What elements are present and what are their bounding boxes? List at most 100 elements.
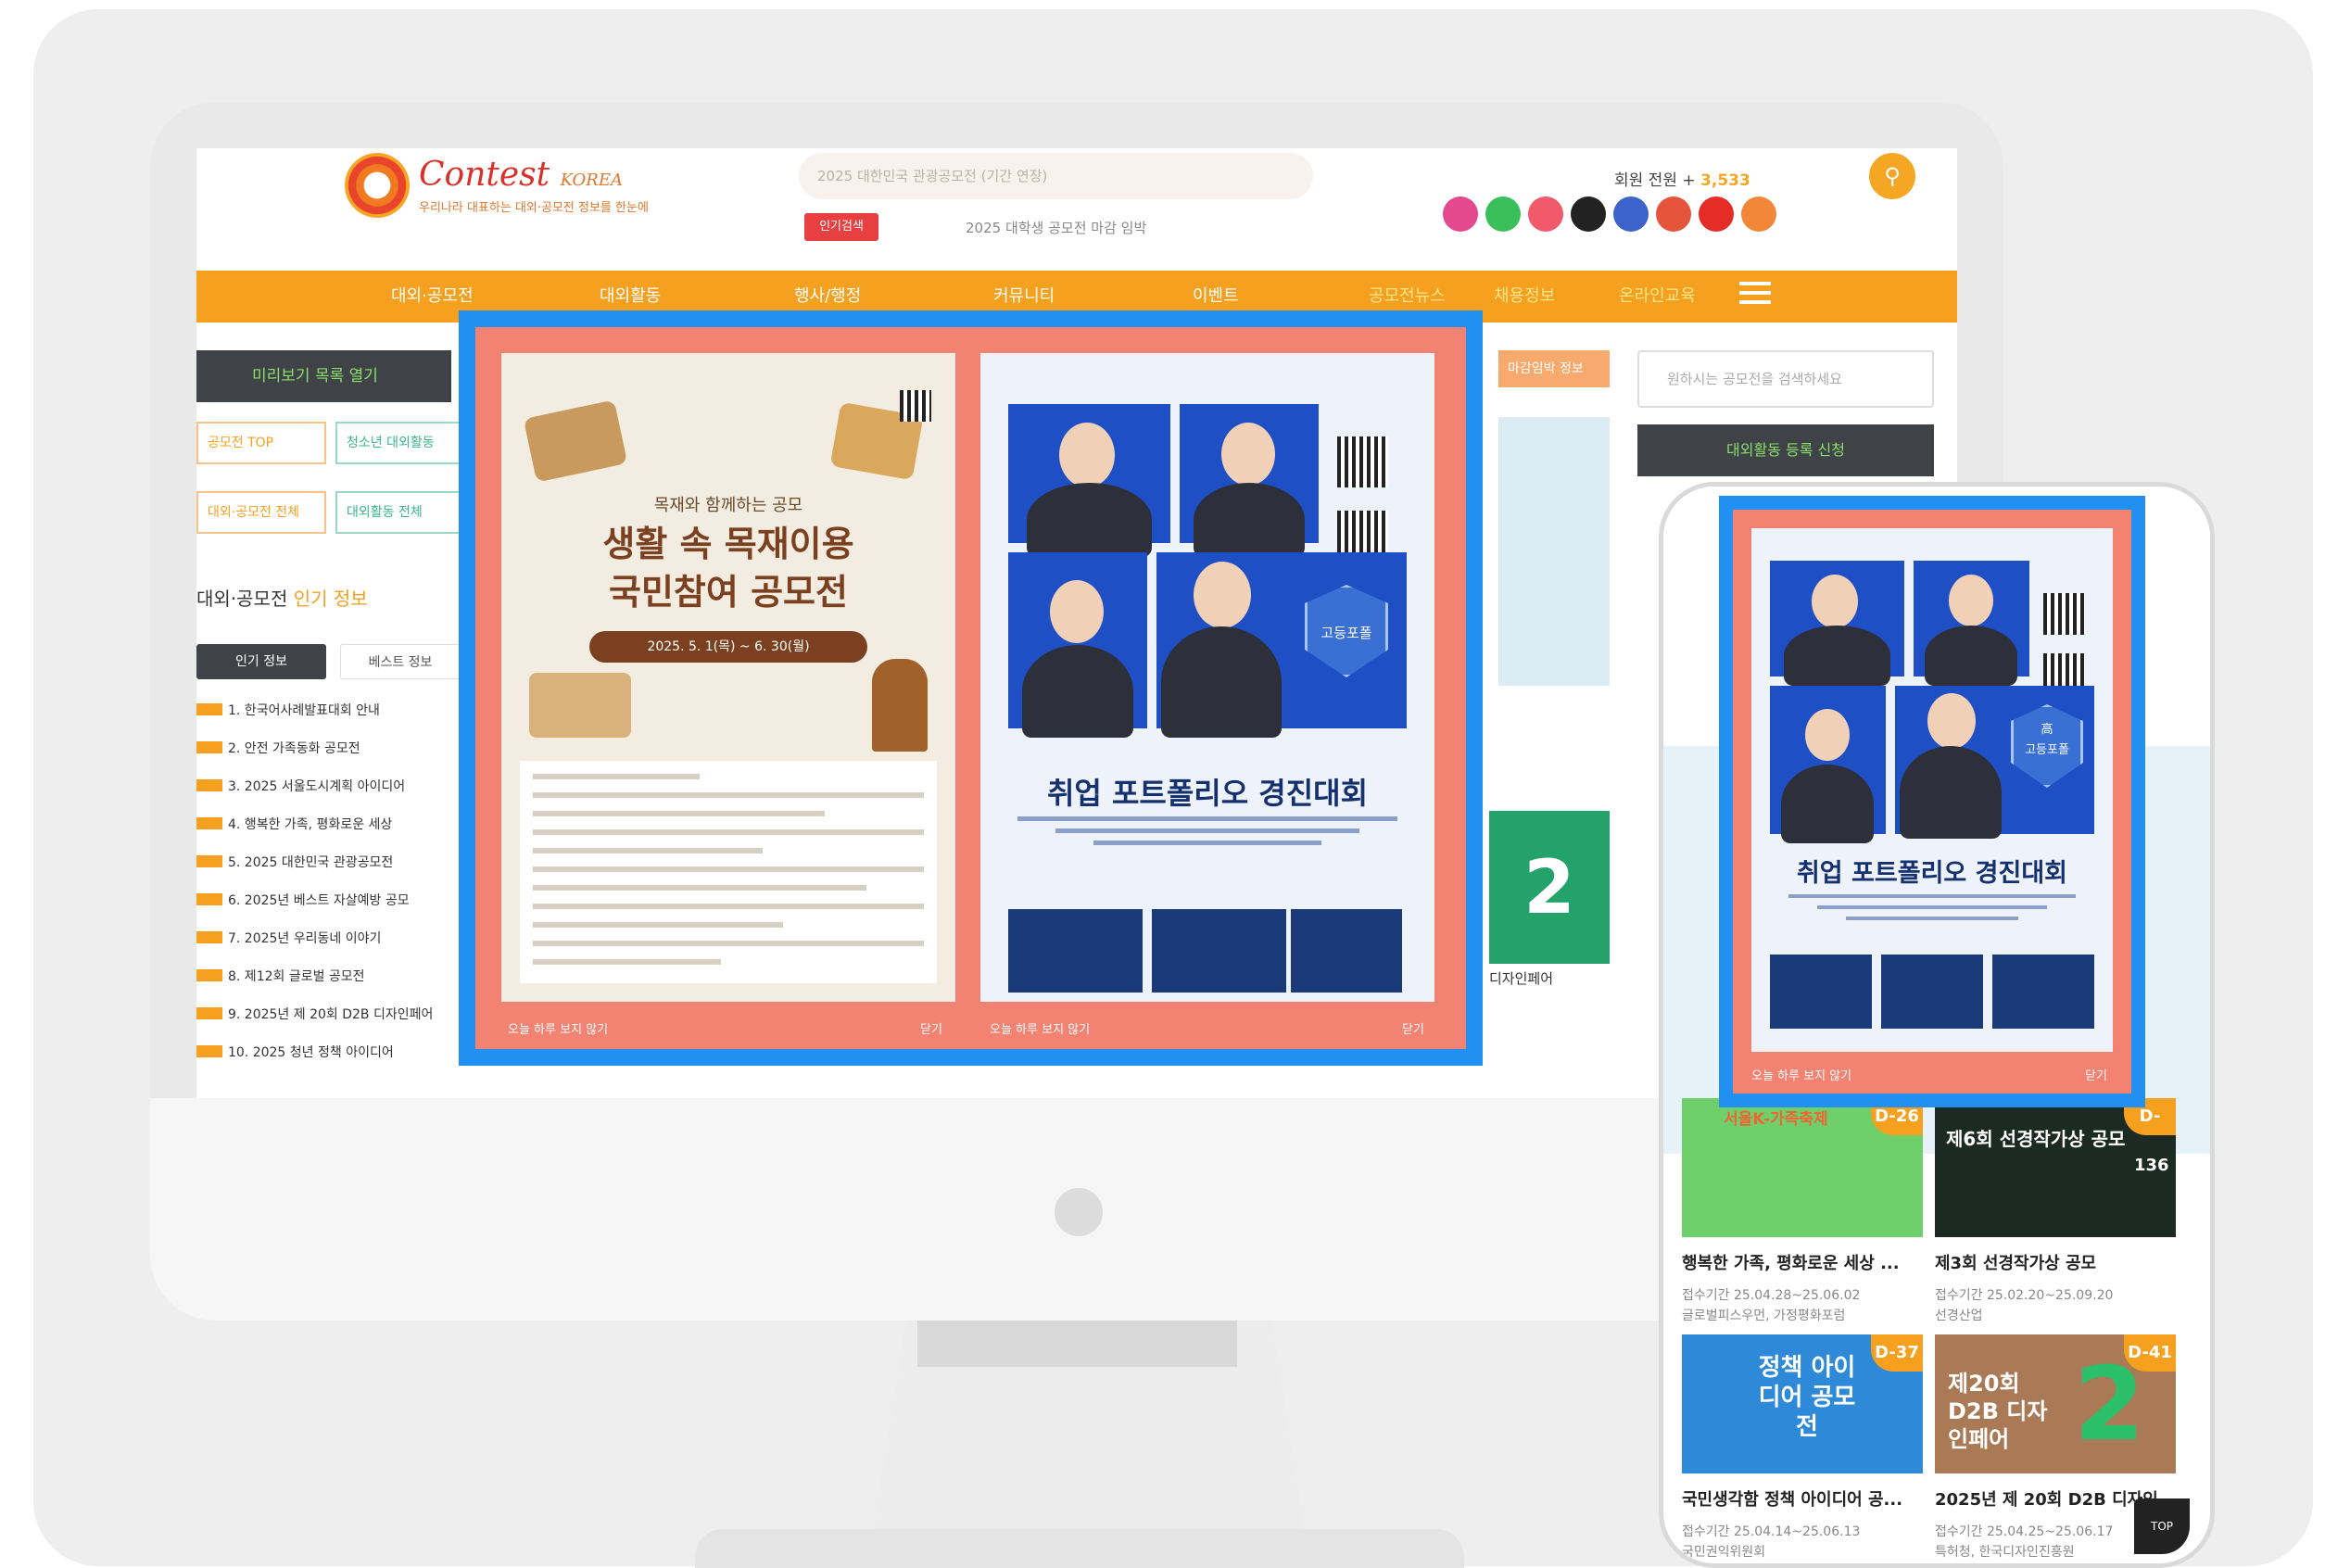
contest-card[interactable]: 서울K-가족축제 D-26 행복한 가족, 평화로운 세상 ... 접수기간 2… bbox=[1682, 1098, 1923, 1326]
list-item[interactable]: 6. 2025년 베스트 자살예방 공모 bbox=[196, 880, 465, 918]
popular-list: 1. 한국어사례발표대회 안내 2. 안전 가족동화 공모전 3. 2025 서… bbox=[196, 690, 465, 1070]
badge-text: 고등포폴 bbox=[2025, 743, 2069, 757]
student-photo bbox=[1180, 404, 1319, 557]
member-stats: 회원 전원 + 3,533 bbox=[1614, 171, 1750, 190]
nav-item-education[interactable]: 온라인교육 bbox=[1619, 271, 1696, 322]
list-item-label: 1. 한국어사례발표대회 안내 bbox=[228, 702, 380, 718]
prize-box bbox=[1770, 955, 1872, 1029]
poster-portfolio-contest[interactable]: 고등포폴 취업 포트폴리오 경진대회 bbox=[980, 353, 1434, 1002]
x-icon[interactable] bbox=[1571, 196, 1606, 232]
register-activity-button[interactable]: 대외활동 등록 신청 bbox=[1637, 424, 1934, 476]
poster-details bbox=[520, 761, 937, 983]
tab-popular[interactable]: 인기 정보 bbox=[196, 644, 326, 679]
poster-wood-contest[interactable]: 목재와 함께하는 공모 생활 속 목재이용 국민참여 공모전 2025. 5. 1… bbox=[501, 353, 955, 1002]
card-title: 국민생각함 정책 아이디어 공... bbox=[1682, 1490, 1903, 1510]
scroll-top-button[interactable]: TOP bbox=[2134, 1498, 2190, 1554]
card-title: 행복한 가족, 평화로운 세상 ... bbox=[1682, 1254, 1900, 1273]
wood-block-graphic bbox=[523, 399, 628, 483]
card-host: 선경산업 bbox=[1935, 1309, 1983, 1323]
poster-portfolio-contest-mobile[interactable]: 高 고등포폴 취업 포트폴리오 경진대회 bbox=[1751, 528, 2113, 1052]
tab-best[interactable]: 베스트 정보 bbox=[340, 644, 461, 679]
search-placeholder: 2025 대한민국 관광공모전 (기간 연장) bbox=[817, 168, 1048, 184]
list-item[interactable]: 8. 제12회 글로벌 공모전 bbox=[196, 956, 465, 994]
card-host: 국민권익위원회 bbox=[1682, 1545, 1766, 1560]
card-thumbnail: 정책 아이디어 공모전 D-37 bbox=[1682, 1334, 1923, 1473]
facebook-icon[interactable] bbox=[1613, 196, 1649, 232]
mobile-popup: 高 고등포폴 취업 포트폴리오 경진대회 오늘 하루 보지 않기 닫기 bbox=[1719, 496, 2145, 1107]
prize-box bbox=[1291, 909, 1402, 993]
preview-list-button[interactable]: 미리보기 목록 열기 bbox=[196, 350, 451, 402]
dismiss-today-link[interactable]: 오늘 하루 보지 않기 bbox=[1751, 1066, 1851, 1083]
keyword-ticker[interactable]: 2025 대학생 공모전 마감 임박 bbox=[966, 218, 1146, 237]
list-item[interactable]: 2. 안전 가족동화 공모전 bbox=[196, 728, 465, 766]
youtube-icon[interactable] bbox=[1699, 196, 1734, 232]
section-title-main: 대외·공모전 bbox=[196, 588, 288, 610]
stats-label: 회원 전원 bbox=[1614, 171, 1677, 190]
deadline-strip[interactable]: 마감임박 정보 bbox=[1498, 350, 1610, 387]
list-item-label: 9. 2025년 제 20회 D2B 디자인페어 bbox=[228, 1006, 434, 1022]
dismiss-today-link[interactable]: 오늘 하루 보지 않기 bbox=[508, 1019, 608, 1037]
list-item[interactable]: 4. 행복한 가족, 평화로운 세상 bbox=[196, 804, 465, 842]
instagram-icon[interactable] bbox=[1443, 196, 1478, 232]
poster-title-line: 생활 속 목재이용 bbox=[602, 524, 854, 564]
section-title-highlight: 인기 정보 bbox=[293, 588, 368, 610]
contest-thumbnail[interactable]: 2 bbox=[1489, 811, 1610, 964]
close-link[interactable]: 닫기 bbox=[2085, 1066, 2107, 1083]
card-period: 접수기간 25.04.28~25.06.02 bbox=[1682, 1288, 1861, 1303]
blog-icon[interactable] bbox=[1741, 196, 1776, 232]
nav-item-jobs[interactable]: 채용정보 bbox=[1494, 271, 1555, 322]
wood-block-graphic bbox=[529, 673, 631, 738]
poster-date: 2025. 5. 1(목) ~ 6. 30(월) bbox=[589, 631, 867, 663]
prize-box bbox=[1881, 955, 1983, 1029]
badge-top-text: 高 bbox=[2041, 723, 2053, 737]
kakao-channel-icon[interactable] bbox=[1528, 196, 1563, 232]
logo-flower-icon bbox=[345, 153, 410, 218]
poster-title-line: 국민참여 공모전 bbox=[609, 572, 848, 613]
close-link[interactable]: 닫기 bbox=[1402, 1019, 1424, 1037]
list-item-label: 10. 2025 청년 정책 아이디어 bbox=[228, 1044, 394, 1060]
tag-contest-top[interactable]: 공모전 TOP bbox=[196, 422, 326, 464]
stats-value: 3,533 bbox=[1700, 171, 1750, 190]
logo-brand: KOREA bbox=[560, 171, 623, 190]
poster-title: 취업 포트폴리오 경진대회 bbox=[1796, 859, 2068, 888]
line-icon[interactable] bbox=[1485, 196, 1521, 232]
list-item[interactable]: 3. 2025 서울도시계획 아이디어 bbox=[196, 766, 465, 804]
close-link[interactable]: 닫기 bbox=[920, 1019, 942, 1037]
new-badge bbox=[196, 855, 222, 867]
contest-card[interactable]: 정책 아이디어 공모전 D-37 국민생각함 정책 아이디어 공... 접수기간… bbox=[1682, 1334, 1923, 1562]
list-item[interactable]: 10. 2025 청년 정책 아이디어 bbox=[196, 1032, 465, 1070]
new-badge bbox=[196, 741, 222, 753]
banner-card[interactable] bbox=[1498, 417, 1610, 686]
list-item[interactable]: 9. 2025년 제 20회 D2B 디자인페어 bbox=[196, 994, 465, 1032]
thumbnail-caption[interactable]: 디자인페어 bbox=[1489, 968, 1553, 988]
site-logo[interactable]: Contest KOREA 우리나라 대표하는 대외·공모전 정보를 한눈에 bbox=[345, 153, 649, 218]
list-item-label: 7. 2025년 우리동네 이야기 bbox=[228, 930, 382, 946]
google-icon[interactable] bbox=[1656, 196, 1691, 232]
tag-all-contest[interactable]: 대외·공모전 전체 bbox=[196, 491, 326, 534]
poster-title: 생활 속 목재이용국민참여 공모전 bbox=[501, 520, 955, 616]
portfolio-badge: 고등포폴 bbox=[1305, 585, 1388, 677]
poster-details bbox=[1788, 894, 2076, 920]
desktop-popup: 목재와 함께하는 공모 생활 속 목재이용 국민참여 공모전 2025. 5. 1… bbox=[459, 310, 1483, 1066]
right-search-input[interactable]: 원하시는 공모전을 검색하세요 bbox=[1637, 350, 1934, 408]
prize-box bbox=[1008, 909, 1143, 993]
search-input[interactable]: 2025 대한민국 관광공모전 (기간 연장) ⚲ bbox=[799, 153, 1915, 199]
desktop-popup-body: 목재와 함께하는 공모 생활 속 목재이용 국민참여 공모전 2025. 5. 1… bbox=[475, 327, 1466, 1049]
dismiss-today-link[interactable]: 오늘 하루 보지 않기 bbox=[990, 1019, 1090, 1037]
student-photo bbox=[1008, 404, 1170, 557]
tag-youth-activity[interactable]: 청소년 대외활동 bbox=[335, 422, 465, 464]
tag-all-activity[interactable]: 대외활동 전체 bbox=[335, 491, 465, 534]
list-item[interactable]: 5. 2025 대한민국 관광공모전 bbox=[196, 842, 465, 880]
hot-keyword-badge[interactable]: 인기검색 bbox=[804, 213, 878, 241]
list-item[interactable]: 1. 한국어사례발표대회 안내 bbox=[196, 690, 465, 728]
d-day-badge: D-41 bbox=[2124, 1334, 2176, 1372]
card-period: 접수기간 25.02.20~25.09.20 bbox=[1935, 1288, 2114, 1303]
logo-tagline: 우리나라 대표하는 대외·공모전 정보를 한눈에 bbox=[419, 201, 649, 215]
search-icon[interactable]: ⚲ bbox=[1869, 153, 1915, 199]
card-thumbnail-text: 제6회 선경작가상 공모 bbox=[1946, 1128, 2126, 1150]
contest-card[interactable]: 제6회 선경작가상 공모 136 D- 제3회 선경작가상 공모 접수기간 25… bbox=[1935, 1098, 2176, 1326]
list-item[interactable]: 7. 2025년 우리동네 이야기 bbox=[196, 918, 465, 956]
qr-code-icon bbox=[2043, 593, 2085, 635]
hamburger-menu-icon[interactable] bbox=[1739, 282, 1771, 311]
list-item-label: 3. 2025 서울도시계획 아이디어 bbox=[228, 778, 406, 794]
